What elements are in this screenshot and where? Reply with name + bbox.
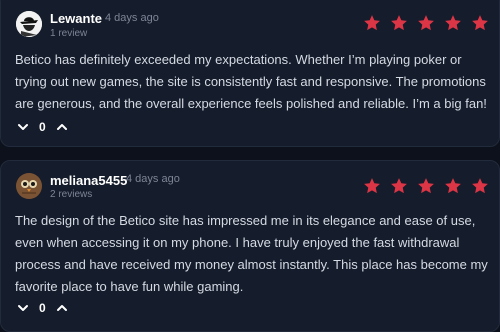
vote-count: 0	[39, 301, 46, 315]
chevron-up-icon[interactable]	[56, 302, 68, 314]
review-text: The design of the Betico site has impres…	[15, 213, 488, 294]
star-icon	[418, 15, 434, 31]
vote-count: 0	[39, 120, 46, 134]
star-icon	[391, 178, 407, 194]
review-username[interactable]: meliana5455	[50, 173, 127, 188]
review-card: meliana5455 4 days ago 2 reviews The des…	[0, 160, 500, 332]
star-icon	[364, 178, 380, 194]
star-icon	[364, 15, 380, 31]
star-icon	[418, 178, 434, 194]
review-card: Lewante 4 days ago 1 review Betico has d…	[0, 0, 500, 147]
star-rating	[363, 14, 489, 32]
chevron-down-icon[interactable]	[17, 302, 29, 314]
review-date: 4 days ago	[105, 12, 159, 24]
star-icon	[445, 15, 461, 31]
chevron-down-icon[interactable]	[17, 121, 29, 133]
review-count: 2 reviews	[50, 189, 93, 200]
star-icon	[445, 178, 461, 194]
avatar[interactable]	[16, 173, 42, 199]
star-icon	[472, 178, 488, 194]
user-avatar-icon	[16, 11, 42, 37]
star-rating	[363, 177, 489, 195]
vote-controls: 0	[17, 301, 68, 315]
vote-controls: 0	[17, 120, 68, 134]
avatar[interactable]	[16, 11, 42, 37]
star-icon	[391, 15, 407, 31]
review-count: 1 review	[50, 28, 88, 39]
review-date: 4 days ago	[126, 173, 180, 185]
review-text: Betico has definitely exceeded my expect…	[15, 52, 487, 111]
review-username[interactable]: Lewante	[50, 11, 102, 26]
user-avatar-icon	[16, 173, 42, 199]
chevron-up-icon[interactable]	[56, 121, 68, 133]
star-icon	[472, 15, 488, 31]
